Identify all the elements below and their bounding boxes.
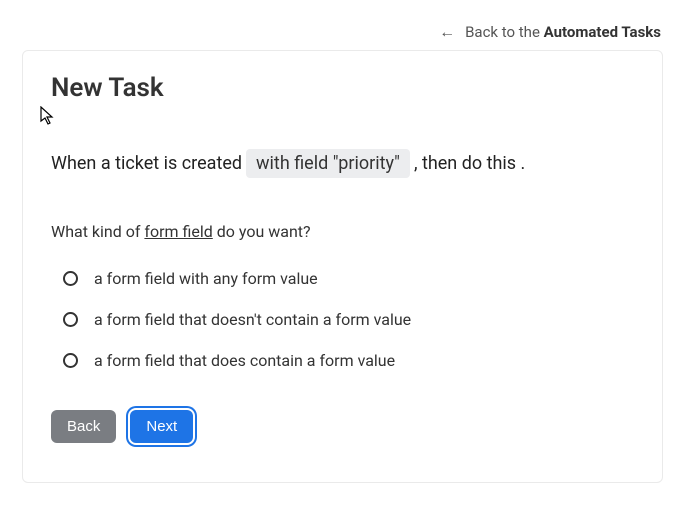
next-button[interactable]: Next — [130, 410, 193, 443]
radio-icon — [63, 312, 78, 327]
option-any-value[interactable]: a form field with any form value — [63, 269, 634, 288]
back-link-bold: Automated Tasks — [544, 23, 661, 41]
button-row: Back Next — [51, 410, 634, 443]
question-before: What kind of — [51, 222, 144, 241]
rule-definition: When a ticket is created with field "pri… — [51, 149, 634, 178]
rule-condition-token[interactable]: with field "priority" — [246, 149, 410, 178]
options-group: a form field with any form value a form … — [51, 269, 634, 370]
option-contain-value[interactable]: a form field that does contain a form va… — [63, 351, 634, 370]
option-label: a form field that doesn't contain a form… — [94, 310, 411, 329]
back-link-text: Back to the Automated Tasks — [465, 23, 661, 41]
radio-icon — [63, 353, 78, 368]
page-title: New Task — [51, 73, 634, 103]
task-card: New Task When a ticket is created with f… — [22, 50, 663, 483]
option-label: a form field with any form value — [94, 269, 318, 288]
question-underlined: form field — [144, 222, 212, 241]
rule-suffix: , then do this . — [414, 153, 525, 174]
back-to-automated-tasks-link[interactable]: ← Back to the Automated Tasks — [439, 22, 661, 42]
back-link-prefix: Back to the — [465, 23, 544, 41]
form-field-question: What kind of form field do you want? — [51, 222, 634, 241]
back-button[interactable]: Back — [51, 410, 116, 443]
question-after: do you want? — [213, 222, 311, 241]
radio-icon — [63, 271, 78, 286]
option-not-contain-value[interactable]: a form field that doesn't contain a form… — [63, 310, 634, 329]
arrow-left-icon: ← — [439, 22, 455, 42]
option-label: a form field that does contain a form va… — [94, 351, 395, 370]
rule-prefix: When a ticket is created — [51, 153, 242, 174]
